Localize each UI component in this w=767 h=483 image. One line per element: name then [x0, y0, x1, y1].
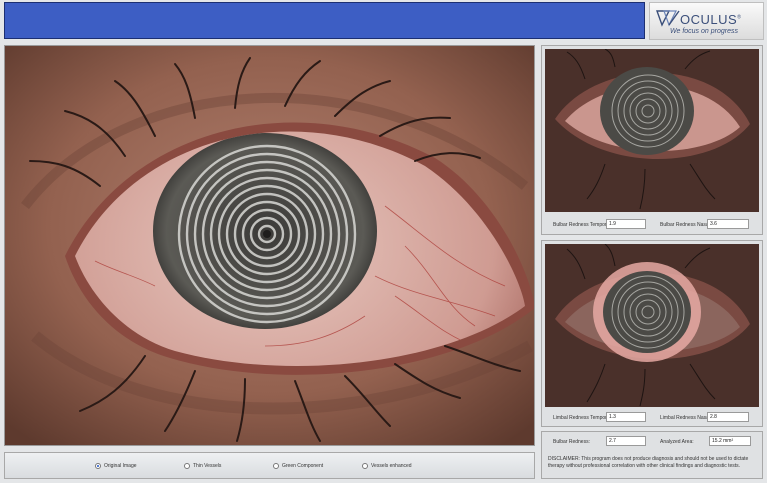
original-eye-image — [4, 45, 535, 446]
limbal-redness-panel: Limbal Redness Temporal: 1.3 Limbal Redn… — [541, 240, 763, 427]
bulbar-redness-label: Bulbar Redness: — [553, 439, 590, 445]
bulbar-redness-image — [545, 49, 759, 212]
limbal-redness-nasal-label: Limbal Redness Nasal: — [660, 415, 712, 421]
analyzed-area-label: Analyzed Area: — [660, 439, 694, 445]
bulbar-redness-temporal-row: Bulbar Redness Temporal: 1.9 Bulbar Redn… — [542, 218, 762, 232]
radio-thin-vessels-label: Thin Vessels — [193, 463, 222, 469]
radio-selected-icon[interactable] — [95, 463, 101, 469]
radio-unselected-icon[interactable] — [273, 463, 279, 469]
view-options-bar: Original Image Thin Vessels Green Compon… — [4, 452, 535, 479]
radio-original-image[interactable]: Original Image — [95, 463, 137, 469]
radio-vessels-enhanced-label: Vessels enhanced — [371, 463, 412, 469]
bulbar-redness-temporal-field[interactable]: 1.9 — [606, 219, 646, 229]
summary-row: Bulbar Redness: 2.7 Analyzed Area: 15.2 … — [542, 435, 762, 449]
radio-original-image-label: Original Image — [104, 463, 137, 469]
logo-brand-text: OCULUS® — [680, 12, 742, 27]
limbal-redness-row: Limbal Redness Temporal: 1.3 Limbal Redn… — [542, 411, 762, 425]
title-bar — [4, 2, 645, 39]
radio-unselected-icon[interactable] — [362, 463, 368, 469]
limbal-redness-temporal-field[interactable]: 1.3 — [606, 412, 646, 422]
limbal-redness-image — [545, 244, 759, 407]
bulbar-redness-nasal-label: Bulbar Redness Nasal: — [660, 222, 712, 228]
bulbar-redness-nasal-field[interactable]: 3.6 — [707, 219, 749, 229]
radio-vessels-enhanced[interactable]: Vessels enhanced — [362, 463, 412, 469]
limbal-redness-temporal-label: Limbal Redness Temporal: — [553, 415, 613, 421]
limbal-redness-nasal-field[interactable]: 2.8 — [707, 412, 749, 422]
logo-tagline: We focus on progress — [670, 28, 738, 35]
radio-green-component-label: Green Component — [282, 463, 324, 469]
bulbar-redness-temporal-label: Bulbar Redness Temporal: — [553, 222, 612, 228]
bulbar-redness-panel: Bulbar Redness Temporal: 1.9 Bulbar Redn… — [541, 45, 763, 235]
radio-thin-vessels[interactable]: Thin Vessels — [184, 463, 221, 469]
oculus-logo-icon — [656, 10, 680, 27]
oculus-logo: OCULUS® We focus on progress — [649, 2, 764, 40]
analyzed-area-field[interactable]: 15.2 mm² — [709, 436, 751, 446]
bulbar-redness-field[interactable]: 2.7 — [606, 436, 646, 446]
disclaimer-text: DISCLAIMER: This program does not produc… — [548, 456, 749, 469]
radio-unselected-icon[interactable] — [184, 463, 190, 469]
summary-panel: Bulbar Redness: 2.7 Analyzed Area: 15.2 … — [541, 431, 763, 479]
radio-green-component[interactable]: Green Component — [273, 463, 323, 469]
